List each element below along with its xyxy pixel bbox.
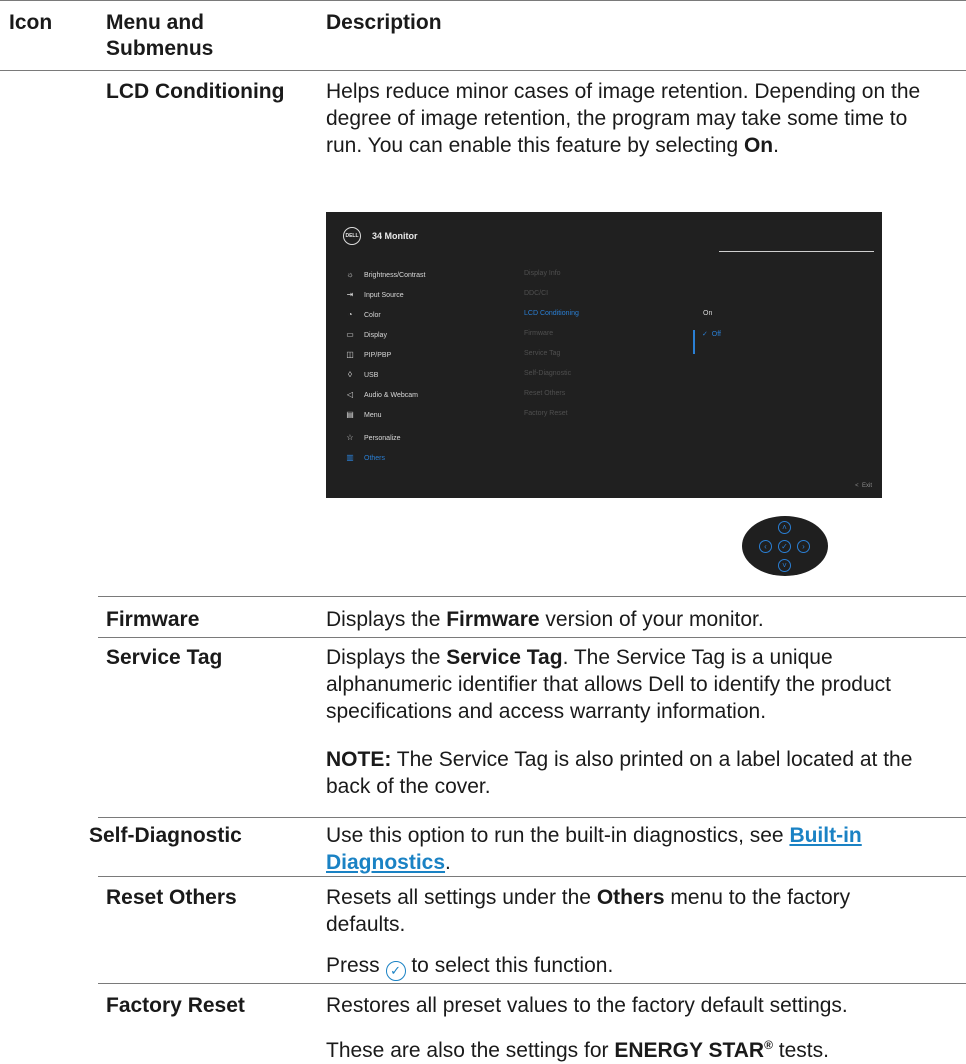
color-icon: ◔: [347, 310, 353, 319]
osd-sub-display-info: Display Info: [524, 270, 561, 277]
menu-factory-reset: Factory Reset: [106, 994, 245, 1017]
osd-sub-firmware: Firmware: [524, 330, 554, 337]
osd-menu-others: ▥ Others: [344, 453, 385, 462]
osd-top-line: [719, 251, 874, 252]
row-divider-self-diagnostic: [98, 876, 966, 877]
header-description: Description: [326, 11, 442, 34]
brightness-icon: ☼: [346, 270, 354, 279]
reset-others-description: Resets all settings under the Others men…: [326, 886, 851, 936]
joystick-down-icon: ˅: [778, 559, 791, 572]
display-icon: ▭: [346, 330, 354, 339]
usb-icon: ◊: [348, 370, 352, 379]
osd-sub-lcd-conditioning: LCD Conditioning: [524, 310, 579, 317]
osd-menu-input-source: ⇥ Input Source: [344, 290, 404, 299]
joystick-left-icon: ‹: [759, 540, 772, 553]
service-tag-description: Displays the Service Tag. The Service Ta…: [326, 646, 891, 723]
osd-menu-usb: ◊ USB: [344, 370, 378, 379]
pip-pbp-icon: ◫: [346, 350, 354, 359]
header-menu: Menu and Submenus: [106, 11, 214, 60]
header-icon: Icon: [9, 11, 53, 34]
osd-menu-color: ◔ Color: [344, 310, 381, 319]
check-icon: ✓: [702, 331, 708, 338]
others-icon: ▥: [346, 453, 354, 462]
osd-sub-reset-others: Reset Others: [524, 390, 566, 397]
firmware-description: Displays the Firmware version of your mo…: [326, 608, 764, 631]
osd-menu-brightness: ☼ Brightness/Contrast: [344, 270, 425, 279]
row-divider-service-tag: [98, 817, 966, 818]
menu-reset-others: Reset Others: [106, 886, 237, 909]
osd-sub-ddc-ci: DDC/CI: [524, 290, 549, 297]
joystick-center-check-icon: ✓: [778, 540, 791, 553]
osd-menu-menu: ▤ Menu: [344, 410, 381, 419]
star-icon: ☆: [346, 433, 354, 442]
osd-menu-pip-pbp: ◫ PIP/PBP: [344, 350, 391, 359]
dell-logo: DELL: [343, 227, 361, 245]
energy-star-note: These are also the settings for ENERGY S…: [326, 1038, 829, 1062]
chevron-left-icon: <: [855, 483, 859, 489]
osd-menu-display: ▭ Display: [344, 330, 387, 339]
row-divider-firmware: [98, 637, 966, 638]
row-divider-reset-others: [98, 983, 966, 984]
audio-icon: ◁: [346, 390, 354, 399]
menu-lcd-conditioning: LCD Conditioning: [106, 80, 285, 103]
osd-menu-audio: ◁ Audio & Webcam: [344, 390, 418, 399]
self-diagnostic-description: Use this option to run the built-in diag…: [326, 824, 862, 874]
osd-sub-service-tag: Service Tag: [524, 350, 561, 357]
check-circle-icon: ✓: [385, 961, 406, 981]
osd-menu-personalize: ☆ Personalize: [344, 433, 400, 442]
osd-menu-image: DELL 34 Monitor ☼ Brightness/Contrast ⇥ In…: [326, 212, 882, 498]
osd-sub-self-diagnostic: Self-Diagnostic: [524, 370, 572, 377]
osd-option-off: ✓ Off: [702, 331, 721, 338]
osd-option-on: On: [703, 310, 713, 317]
table-top-border: [0, 0, 966, 1]
service-tag-note: NOTE: The Service Tag is also printed on…: [326, 748, 913, 798]
factory-reset-description: Restores all preset values to the factor…: [326, 994, 848, 1017]
osd-exit: < Exit: [855, 483, 872, 489]
osd-sub-factory-reset: Factory Reset: [524, 410, 568, 417]
menu-icon: ▤: [346, 410, 354, 419]
reset-others-press: Press ✓ to select this function.: [326, 952, 946, 981]
joystick-right-icon: ›: [797, 540, 810, 553]
osd-title: 34 Monitor: [372, 231, 418, 241]
menu-service-tag: Service Tag: [106, 646, 223, 669]
joystick-image: ˄ ✓ ‹ › ˅: [742, 516, 828, 576]
osd-selection-bar: [693, 330, 695, 354]
row-divider-lcd: [98, 596, 966, 597]
lcd-description: Helps reduce minor cases of image retent…: [326, 80, 921, 157]
joystick-up-icon: ˄: [778, 521, 791, 534]
header-divider: [0, 70, 966, 71]
menu-self-diagnostic: Self-Diagnostic: [89, 824, 242, 847]
menu-firmware: Firmware: [106, 608, 200, 631]
input-source-icon: ⇥: [346, 290, 354, 299]
